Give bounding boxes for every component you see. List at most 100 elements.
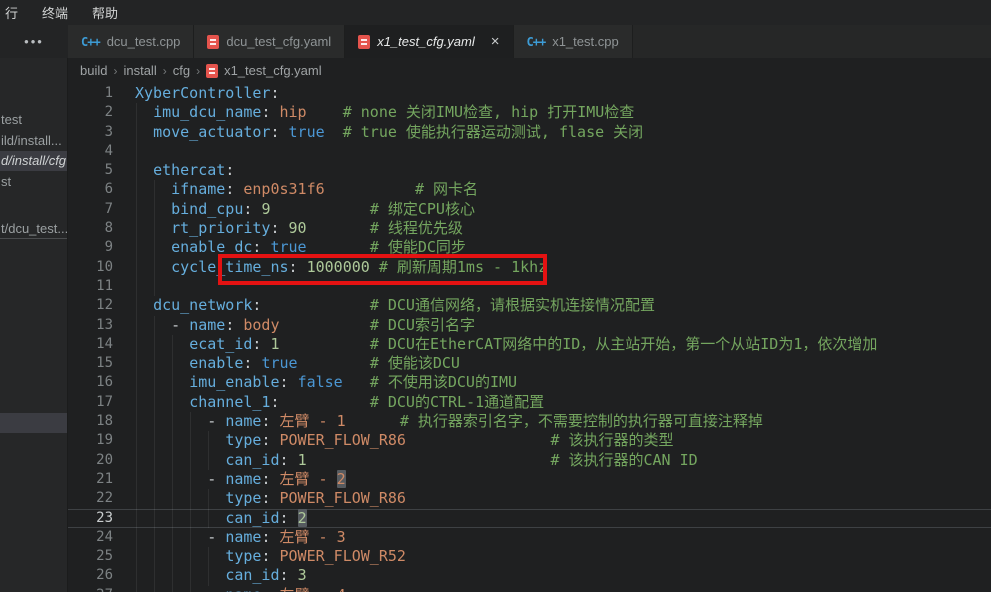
code-line[interactable]: 18 - name: 左臂 - 1 # 执行器索引名字，不需要控制的执行器可直接… — [68, 412, 991, 431]
tab-dcu_test.cpp[interactable]: C++dcu_test.cpp — [68, 25, 194, 58]
code-line[interactable]: 22 type: POWER_FLOW_R86 — [68, 489, 991, 508]
line-number[interactable]: 14 — [68, 335, 135, 354]
code-line[interactable]: 15 enable: true # 使能该DCU — [68, 354, 991, 373]
breadcrumb-segment[interactable]: cfg — [173, 63, 190, 78]
tab-label: dcu_test.cpp — [107, 34, 181, 49]
breadcrumb-segment[interactable]: build — [80, 63, 107, 78]
line-number[interactable]: 5 — [68, 161, 135, 180]
code-line[interactable]: 2 imu_dcu_name: hip # none 关闭IMU检查, hip … — [68, 103, 991, 122]
code-line[interactable]: 26 can_id: 3 — [68, 566, 991, 585]
code-line[interactable]: 16 imu_enable: false # 不使用该DCU的IMU — [68, 373, 991, 392]
line-number[interactable]: 19 — [68, 431, 135, 450]
sidebar-item[interactable]: d/install/cfg — [0, 151, 67, 171]
code-token — [289, 373, 298, 391]
code-line-text: enable_dc: true # 使能DC同步 — [135, 238, 991, 257]
sidebar-item[interactable] — [0, 413, 67, 433]
code-token: bind_cpu — [171, 200, 243, 218]
code-line[interactable]: 9 enable_dc: true # 使能DC同步 — [68, 238, 991, 257]
more-actions-icon[interactable]: ••• — [24, 34, 44, 49]
indent-guide — [136, 123, 137, 142]
sidebar-item[interactable]: st — [0, 172, 67, 192]
menu-item-帮助[interactable]: 帮助 — [92, 3, 118, 22]
code-line[interactable]: 3 move_actuator: true # true 使能执行器运动测试, … — [68, 123, 991, 142]
line-number[interactable]: 23 — [68, 509, 135, 528]
indent-guide — [208, 489, 209, 508]
line-number[interactable]: 25 — [68, 547, 135, 566]
line-number[interactable]: 11 — [68, 277, 135, 296]
code-line[interactable]: 12 dcu_network: # DCU通信网络，请根据实机连接情况配置 — [68, 296, 991, 315]
code-line[interactable]: 23 can_id: 2 — [68, 509, 991, 528]
indent-guide — [190, 489, 191, 508]
code-token — [135, 296, 153, 314]
code-line[interactable]: 19 type: POWER_FLOW_R86 # 该执行器的类型 — [68, 431, 991, 450]
code-token: : — [225, 180, 234, 198]
indent-guide — [190, 412, 191, 431]
line-number[interactable]: 15 — [68, 354, 135, 373]
menu-item-行[interactable]: 行 — [5, 3, 18, 22]
code-editor[interactable]: 1XyberController:2 imu_dcu_name: hip # n… — [68, 83, 991, 592]
code-line[interactable]: 27 - name: 左臂 - 4 — [68, 586, 991, 592]
line-number[interactable]: 13 — [68, 316, 135, 335]
sidebar-item[interactable]: ild/install... — [0, 131, 67, 151]
code-line[interactable]: 6 ifname: enp0s31f6 # 网卡名 — [68, 180, 991, 199]
indent-guide — [136, 354, 137, 373]
code-line[interactable]: 13 - name: body # DCU索引名字 — [68, 316, 991, 335]
sidebar-item[interactable]: test — [0, 110, 67, 130]
code-token — [135, 393, 189, 411]
breadcrumb-file[interactable]: x1_test_cfg.yaml — [224, 63, 322, 78]
line-number[interactable]: 17 — [68, 393, 135, 412]
code-line-text: can_id: 1 # 该执行器的CAN ID — [135, 451, 991, 470]
indent-guide — [136, 470, 137, 489]
line-number[interactable]: 20 — [68, 451, 135, 470]
code-token: # 执行器索引名字，不需要控制的执行器可直接注释掉 — [400, 412, 763, 430]
line-number[interactable]: 16 — [68, 373, 135, 392]
close-icon[interactable]: × — [491, 34, 500, 49]
code-token: 左臂 - 1 — [280, 412, 346, 430]
code-line[interactable]: 7 bind_cpu: 9 # 绑定CPU核心 — [68, 200, 991, 219]
line-number[interactable]: 12 — [68, 296, 135, 315]
line-number[interactable]: 4 — [68, 142, 135, 161]
line-number[interactable]: 3 — [68, 123, 135, 142]
tab-dcu_test_cfg.yaml[interactable]: dcu_test_cfg.yaml — [194, 25, 345, 58]
code-token — [135, 335, 189, 353]
line-number[interactable]: 24 — [68, 528, 135, 547]
code-line[interactable]: 5 ethercat: — [68, 161, 991, 180]
line-number[interactable]: 18 — [68, 412, 135, 431]
line-number[interactable]: 2 — [68, 103, 135, 122]
menu-item-终端[interactable]: 终端 — [42, 3, 68, 22]
code-line[interactable]: 21 - name: 左臂 - 2 — [68, 470, 991, 489]
line-number[interactable]: 10 — [68, 258, 135, 277]
code-line[interactable]: 4 — [68, 142, 991, 161]
line-number[interactable]: 7 — [68, 200, 135, 219]
code-line[interactable]: 20 can_id: 1 # 该执行器的CAN ID — [68, 451, 991, 470]
tab-bar: ••• C++dcu_test.cppdcu_test_cfg.yamlx1_t… — [0, 25, 991, 58]
line-number[interactable]: 21 — [68, 470, 135, 489]
sidebar-item[interactable]: t/dcu_test... — [0, 219, 67, 239]
code-line[interactable]: 11 — [68, 277, 991, 296]
code-token — [307, 103, 343, 121]
code-line[interactable]: 25 type: POWER_FLOW_R52 — [68, 547, 991, 566]
code-line[interactable]: 1XyberController: — [68, 84, 991, 103]
code-line[interactable]: 17 channel_1: # DCU的CTRL-1通道配置 — [68, 393, 991, 412]
code-line[interactable]: 10 cycle_time_ns: 1000000 # 刷新周期1ms - 1k… — [68, 258, 991, 277]
indent-guide — [136, 161, 137, 180]
tab-x1_test.cpp[interactable]: C++x1_test.cpp — [514, 25, 633, 58]
code-line[interactable]: 14 ecat_id: 1 # DCU在EtherCAT网络中的ID，从主站开始… — [68, 335, 991, 354]
indent-guide — [154, 509, 155, 528]
line-number[interactable]: 9 — [68, 238, 135, 257]
code-line[interactable]: 24 - name: 左臂 - 3 — [68, 528, 991, 547]
line-number[interactable]: 6 — [68, 180, 135, 199]
breadcrumb-segment[interactable]: install — [123, 63, 156, 78]
code-line[interactable]: 8 rt_priority: 90 # 线程优先级 — [68, 219, 991, 238]
line-number[interactable]: 8 — [68, 219, 135, 238]
line-number[interactable]: 22 — [68, 489, 135, 508]
line-number[interactable]: 1 — [68, 84, 135, 103]
code-token — [135, 373, 189, 391]
line-number[interactable]: 26 — [68, 566, 135, 585]
indent-guide — [154, 528, 155, 547]
tab-x1_test_cfg.yaml[interactable]: x1_test_cfg.yaml× — [345, 25, 513, 58]
code-token: 左臂 - 4 — [280, 586, 346, 592]
code-token: true — [270, 238, 306, 256]
indent-guide — [154, 373, 155, 392]
line-number[interactable]: 27 — [68, 586, 135, 592]
